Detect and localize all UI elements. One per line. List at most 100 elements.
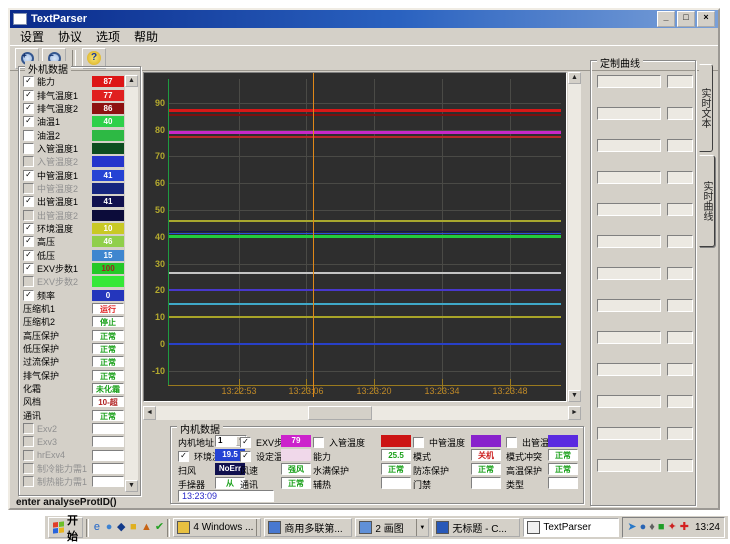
menu-item-options[interactable]: 选项 [89,27,127,46]
checkbox[interactable]: ✓ [178,451,189,462]
row-label: 排气温度2 [37,102,78,115]
menu-item-settings[interactable]: 设置 [13,27,51,46]
checkbox[interactable] [23,450,34,461]
outdoor-row: ✓出管温度141 [23,195,124,208]
scroll-down-button[interactable]: ▼ [125,480,138,492]
indoor-value [548,435,578,447]
checkbox[interactable] [23,143,34,154]
checkbox[interactable]: ✓ [23,90,34,101]
checkbox[interactable]: ✓ [23,250,34,261]
ie-icon[interactable]: e [92,520,101,535]
taskbar-button-label: 2 画图 [375,520,403,535]
y-axis-label: 60 [145,178,165,188]
checkbox[interactable] [23,463,34,474]
minimize-button[interactable]: _ [657,11,675,27]
checkbox[interactable] [413,437,424,448]
chart-hscrollbar[interactable]: ◄ ► [143,406,581,420]
help-icon: ? [87,51,101,65]
gridline [510,79,511,385]
monitor-icon[interactable]: ✦ [668,520,677,535]
checkbox[interactable] [313,437,324,448]
checkbox[interactable]: ✓ [23,76,34,87]
scroll-left-button[interactable]: ◄ [143,406,156,420]
checkbox[interactable] [23,183,34,194]
scrollbar-thumb[interactable] [308,406,372,420]
checkbox[interactable]: ✓ [23,170,34,181]
browser-icon[interactable]: ● [104,520,113,535]
gridline [168,103,561,104]
outdoor-row: ✓环境温度10 [23,222,124,235]
checkbox[interactable] [23,156,34,167]
curve-row [597,395,691,408]
label-text: 手操器 [178,478,205,491]
restore-button[interactable]: □ [677,11,695,27]
chart-plot[interactable]: 9080706050403020100-1013:22:5313:23:0613… [143,72,567,402]
outdoor-row: 压缩机2停止 [23,315,124,328]
scroll-up-button[interactable]: ▲ [568,72,581,84]
indoor-label: 模式 [413,449,465,463]
taskbar-button-5[interactable]: TextParser [523,518,619,537]
row-label: 低压 [37,249,55,262]
checkbox[interactable] [23,276,34,287]
checkbox[interactable] [23,423,34,434]
dropdown-arrow-icon[interactable]: ▼ [416,519,425,536]
row-label: 制热能力需1 [37,475,87,488]
dropdown-arrow-icon[interactable]: ▼ [256,519,261,536]
scroll-right-button[interactable]: ► [568,406,581,420]
indoor-value [548,477,578,489]
indoor-label: 能力 [313,449,365,463]
menu-item-protocol[interactable]: 协议 [51,27,89,46]
checkbox[interactable]: ✓ [240,437,251,448]
scroll-up-button[interactable]: ▲ [125,75,138,87]
outdoor-row: 化霜未化霜 [23,382,124,395]
checkbox[interactable] [23,436,34,447]
window-icon [268,521,281,534]
checkbox[interactable] [23,476,34,487]
checkbox[interactable]: ✓ [23,196,34,207]
checkbox[interactable] [23,130,34,141]
taskbar-button-2[interactable]: 商用多联第... [264,518,352,537]
value-badge: 46 [92,236,124,247]
indoor-value: 正常 [381,463,411,475]
taskbar-button-1[interactable]: 4 Windows ...▼ [173,518,261,537]
close-button[interactable]: × [697,11,715,27]
checkbox[interactable]: ✓ [23,116,34,127]
checkbox[interactable]: ✓ [23,263,34,274]
checkbox[interactable]: ✓ [23,103,34,114]
titlebar[interactable]: TextParser _ □ × [10,10,718,28]
checkbox[interactable]: ✓ [240,451,251,462]
update-icon[interactable]: ✔ [155,520,164,535]
scroll-down-button[interactable]: ▼ [568,390,581,402]
checkbox[interactable]: ✓ [23,290,34,301]
checkbox[interactable]: ✓ [23,223,34,234]
side-tab-2[interactable]: 实时曲线 [699,155,715,247]
im-icon[interactable]: ● [640,520,647,535]
label-text: 防冻保护 [413,464,449,477]
curve-name-field [597,107,661,120]
chart-vscrollbar[interactable]: ▲ ▼ [568,72,581,402]
security-icon[interactable]: ▲ [141,520,152,535]
checkbox[interactable]: ✓ [23,236,34,247]
mail-icon[interactable]: ■ [129,520,138,535]
scrollbar-track[interactable] [568,84,581,390]
taskbar-button-4[interactable]: 无标题 - C... [432,518,520,537]
pigeon-icon[interactable]: ➤ [627,520,636,535]
download-icon[interactable]: ✚ [680,520,689,535]
side-tab-1[interactable]: 实时文本 [699,64,713,152]
messenger-icon[interactable]: ◆ [117,520,126,535]
checkbox[interactable] [23,210,34,221]
volume-icon[interactable]: ♦ [649,520,655,535]
taskbar-button-3[interactable]: 2 画图 ▼ [355,518,429,537]
menu-item-help[interactable]: 帮助 [127,27,165,46]
curve-name-field [597,331,661,344]
outdoor-scrollbar[interactable]: ▲ ▼ [125,75,138,492]
start-button[interactable]: 开始 [48,517,83,538]
series-line [169,233,561,234]
outdoor-row: 中管温度2 [23,182,124,195]
scrollbar-track[interactable] [125,87,138,480]
checkbox[interactable] [506,437,517,448]
outdoor-row: 压缩机1运行 [23,302,124,315]
label-text: 水满保护 [313,464,349,477]
antivirus-icon[interactable]: ■ [658,520,665,535]
row-label: EXV步数1 [37,262,78,275]
